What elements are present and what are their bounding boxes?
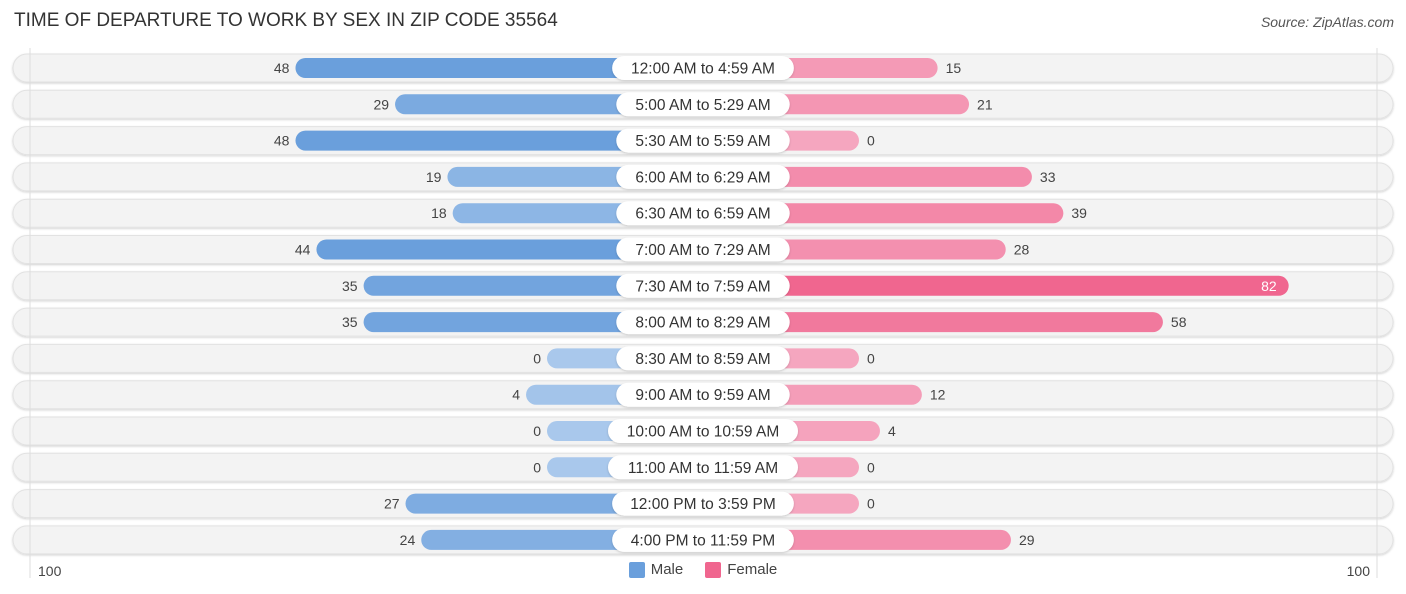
value-label-female: 0 [867, 496, 875, 512]
value-label-male: 0 [533, 350, 541, 366]
value-label-male: 0 [533, 423, 541, 439]
male-swatch [628, 561, 645, 578]
value-label-male: 48 [274, 60, 290, 76]
value-label-female: 28 [1014, 242, 1030, 258]
legend-label-male: Male [650, 561, 684, 578]
category-label: 9:00 AM to 9:59 AM [635, 387, 770, 404]
row: 5:30 AM to 5:59 AM 48 0 [12, 126, 1394, 156]
category-label: 8:00 AM to 8:29 AM [635, 315, 770, 332]
value-label-male: 24 [400, 532, 416, 548]
value-label-male: 0 [533, 459, 541, 475]
legend-item-female[interactable]: Female [705, 561, 777, 578]
value-label-female: 0 [867, 350, 875, 366]
bar-female[interactable] [703, 275, 1289, 296]
value-label-female: 21 [977, 96, 993, 112]
row: 9:00 AM to 9:59 AM 4 12 [12, 380, 1394, 410]
category-label: 10:00 AM to 10:59 AM [627, 424, 780, 441]
value-label-male: 35 [342, 314, 358, 330]
category-label: 7:30 AM to 7:59 AM [635, 278, 770, 295]
row: 7:30 AM to 7:59 AM 35 82 [12, 271, 1394, 301]
row: 7:00 AM to 7:29 AM 44 28 [12, 235, 1394, 264]
value-label-female: 82 [1261, 278, 1277, 294]
value-label-female: 15 [946, 60, 962, 76]
row: 12:00 PM to 3:59 PM 27 0 [12, 489, 1394, 519]
value-label-female: 33 [1040, 169, 1056, 185]
category-label: 12:00 PM to 3:59 PM [630, 496, 776, 513]
legend-label-female: Female [727, 561, 778, 578]
value-label-female: 0 [867, 133, 875, 149]
category-label: 11:00 AM to 11:59 AM [628, 460, 778, 477]
row: 6:30 AM to 6:59 AM 18 39 [12, 198, 1394, 228]
value-label-male: 4 [512, 387, 520, 403]
value-label-female: 58 [1171, 314, 1187, 330]
chart: 12:00 AM to 4:59 AM 48 15 5:00 AM to 5:29 A… [12, 48, 1394, 578]
legend: Male Female [0, 561, 1406, 578]
value-label-male: 19 [426, 169, 442, 185]
row: 12:00 AM to 4:59 AM 48 15 [12, 53, 1394, 83]
row: 8:30 AM to 8:59 AM 0 0 [12, 343, 1394, 373]
value-label-female: 29 [1019, 532, 1035, 548]
row: 5:00 AM to 5:29 AM 29 21 [12, 89, 1394, 119]
value-label-male: 35 [342, 278, 358, 294]
row: 11:00 AM to 11:59 AM 0 0 [12, 452, 1394, 482]
category-label: 4:00 PM to 11:59 PM [631, 532, 775, 549]
category-label: 8:30 AM to 8:59 AM [635, 351, 770, 368]
value-label-female: 39 [1071, 205, 1087, 221]
row: 6:00 AM to 6:29 AM 19 33 [12, 162, 1394, 192]
female-swatch [705, 561, 722, 578]
row: 10:00 AM to 10:59 AM 0 4 [12, 416, 1394, 446]
category-label: 6:30 AM to 6:59 AM [635, 206, 770, 223]
category-label: 6:00 AM to 6:29 AM [635, 169, 770, 186]
value-label-female: 12 [930, 387, 946, 403]
value-label-female: 4 [888, 423, 896, 439]
row: 8:00 AM to 8:29 AM 35 58 [12, 307, 1394, 337]
category-label: 12:00 AM to 4:59 AM [631, 61, 775, 78]
category-label: 5:00 AM to 5:29 AM [635, 97, 770, 114]
category-label: 7:00 AM to 7:29 AM [635, 242, 770, 259]
value-label-male: 44 [295, 242, 311, 258]
category-label: 5:30 AM to 5:59 AM [635, 133, 770, 150]
value-label-male: 27 [384, 496, 400, 512]
legend-item-male[interactable]: Male [628, 561, 684, 578]
value-label-male: 48 [274, 133, 290, 149]
value-label-male: 18 [431, 205, 447, 221]
value-label-female: 0 [867, 459, 875, 475]
row: 4:00 PM to 11:59 PM 24 29 [12, 525, 1394, 555]
value-label-male: 29 [373, 96, 389, 112]
